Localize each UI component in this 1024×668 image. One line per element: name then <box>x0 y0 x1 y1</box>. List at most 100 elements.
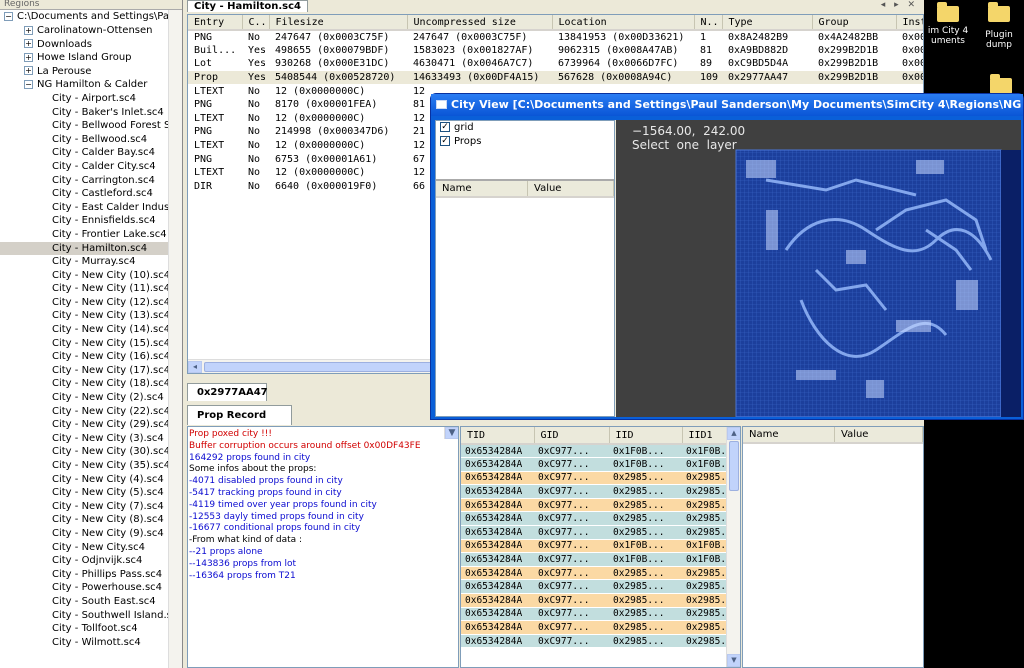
column-header[interactable]: IID1 <box>682 427 728 445</box>
table-row[interactable]: 0x6534284A 0xC977... 0x2985... 0x2985. <box>461 484 727 499</box>
tree-city-item[interactable]: City - New City (4).sc4 <box>0 473 182 487</box>
city-map-view[interactable]: −1564.00, 242.00 Select one layer <box>616 120 1021 417</box>
table-row[interactable]: PNG No 247647 (0x0003C75F) 247647 (0x0003C7… <box>188 30 923 44</box>
column-header[interactable]: GID <box>534 427 610 445</box>
tree-city-item[interactable]: City - Baker's Inlet.sc4 <box>0 106 182 120</box>
column-header[interactable]: Filesize <box>269 15 408 31</box>
table-row[interactable]: 0x6534284A 0xC977... 0x1F0B... 0x1F0B. <box>461 444 727 459</box>
desktop-icon-plugin-dump[interactable]: Plugin dump <box>972 2 1024 50</box>
table-row[interactable]: 0x6534284A 0xC977... 0x1F0B... 0x1F0B. <box>461 539 727 554</box>
scroll-up-icon[interactable]: ▲ <box>727 427 740 440</box>
table-row[interactable]: 0x6534284A 0xC977... 0x1F0B... 0x1F0B. <box>461 457 727 472</box>
tab-nav-buttons[interactable]: ◂ ▸ ✕ <box>881 0 918 10</box>
scroll-down-icon[interactable]: ▼ <box>727 654 740 667</box>
tree-city-item[interactable]: City - Hamilton.sc4 <box>0 241 182 256</box>
tree-city-item[interactable]: City - New City (8).sc4 <box>0 513 182 527</box>
checkbox-checked-icon[interactable]: ✓ <box>440 122 450 132</box>
scroll-thumb[interactable] <box>204 362 434 372</box>
table-row[interactable]: 0x6534284A 0xC977... 0x2985... 0x2985. <box>461 525 727 540</box>
tree-city-item[interactable]: City - New City (18).sc4 <box>0 377 182 391</box>
scroll-left-icon[interactable]: ◂ <box>188 361 202 373</box>
tree-root[interactable]: − C:\Documents and Settings\Pau <box>0 10 182 24</box>
tree-city-item[interactable]: City - New City (11).sc4 <box>0 282 182 296</box>
column-header[interactable]: Instan <box>896 15 923 31</box>
scroll-down-icon[interactable]: ▼ <box>445 427 458 439</box>
tree-city-item[interactable]: City - Murray.sc4 <box>0 255 182 269</box>
tree-city-item[interactable]: City - New City (3).sc4 <box>0 432 182 446</box>
tree-city-item[interactable]: City - New City (17).sc4 <box>0 364 182 378</box>
tree-city-item[interactable]: City - South East.sc4 <box>0 595 182 609</box>
table-row[interactable]: 0x6534284A 0xC977... 0x2985... 0x2985. <box>461 607 727 622</box>
tree-city-item[interactable]: City - Castleford.sc4 <box>0 187 182 201</box>
tree-city-item[interactable]: City - New City (9).sc4 <box>0 527 182 541</box>
column-header[interactable]: N.. <box>694 15 723 31</box>
desktop-icon-folder[interactable] <box>990 74 1012 94</box>
table-row[interactable]: 0x6534284A 0xC977... 0x2985... 0x2985. <box>461 566 727 581</box>
collapse-icon[interactable]: − <box>24 79 33 89</box>
tree-city-item[interactable]: City - New City (22).sc4 <box>0 405 182 419</box>
props-scrollbar[interactable]: ▲ ▼ <box>726 427 740 667</box>
tree-region-item[interactable]: − NG Hamilton & Calder <box>0 78 182 92</box>
column-header[interactable]: Entry <box>188 15 243 31</box>
tree-city-item[interactable]: City - New City (15).sc4 <box>0 337 182 351</box>
tree-city-item[interactable]: City - Phillips Pass.sc4 <box>0 568 182 582</box>
column-header[interactable]: Uncompressed size <box>407 15 553 31</box>
collapse-icon[interactable]: − <box>4 11 13 21</box>
table-row[interactable]: Lot Yes 930268 (0x000E31DC) 4630471 (0x0046… <box>188 57 923 71</box>
city-view-title[interactable]: City View [C:\Documents and Settings\Pau… <box>431 94 1023 116</box>
props-checkbox[interactable]: ✓ Props <box>436 135 614 149</box>
tree-scrollbar[interactable] <box>168 10 182 668</box>
expand-icon[interactable]: + <box>24 52 33 62</box>
tree-city-item[interactable]: City - Calder City.sc4 <box>0 160 182 174</box>
desktop-icon-simcity[interactable]: im City 4 uments <box>926 2 970 46</box>
table-row[interactable]: 0x6534284A 0xC977... 0x2985... 0x2985. <box>461 511 727 527</box>
table-row[interactable]: 0x6534284A 0xC977... 0x2985... 0x2985. <box>461 498 727 513</box>
table-row[interactable]: 0x6534284A 0xC977... 0x2985... 0x2985. <box>461 579 727 595</box>
tree-city-item[interactable]: City - Odjnvijk.sc4 <box>0 554 182 568</box>
tree-city-item[interactable]: City - Powerhouse.sc4 <box>0 581 182 595</box>
table-row[interactable]: 0x6534284A 0xC977... 0x2985... 0x2985. <box>461 634 727 649</box>
column-header[interactable]: C.. <box>242 15 270 31</box>
table-row[interactable]: 0x6534284A 0xC977... 0x2985... 0x2985. <box>461 620 727 635</box>
tree-city-item[interactable]: City - Carrington.sc4 <box>0 174 182 188</box>
table-row[interactable]: Buil... Yes 498655 (0x00079BDF) 1583023 (0x… <box>188 44 923 58</box>
scroll-thumb[interactable] <box>729 441 739 491</box>
value-column-header[interactable]: Value <box>835 427 923 442</box>
expand-icon[interactable]: + <box>24 66 33 76</box>
expand-icon[interactable]: + <box>24 39 33 49</box>
name-column-header[interactable]: Name <box>436 181 528 196</box>
tree-city-item[interactable]: City - Southwell Island.sc <box>0 609 182 623</box>
tree-city-item[interactable]: City - New City (30).sc4 <box>0 445 182 459</box>
tree-region-item[interactable]: + Downloads <box>0 38 182 52</box>
tree-region-item[interactable]: + Howe Island Group <box>0 51 182 65</box>
tree-city-item[interactable]: City - Bellwood Forest So <box>0 119 182 133</box>
expand-icon[interactable]: + <box>24 25 33 35</box>
checkbox-checked-icon[interactable]: ✓ <box>440 136 450 146</box>
tree-city-item[interactable]: City - New City (5).sc4 <box>0 486 182 500</box>
value-column-header[interactable]: Value <box>528 181 614 196</box>
tree-city-item[interactable]: City - New City (2).sc4 <box>0 391 182 405</box>
log-scrollbar[interactable]: ▲ ▼ <box>444 427 458 439</box>
tree-city-item[interactable]: City - Airport.sc4 <box>0 92 182 106</box>
tree-city-item[interactable]: City - New City (35).sc4 <box>0 459 182 473</box>
table-row[interactable]: 0x6534284A 0xC977... 0x2985... 0x2985. <box>461 593 727 608</box>
tree-city-item[interactable]: City - New City (16).sc4 <box>0 350 182 364</box>
tree-city-item[interactable]: City - Tollfoot.sc4 <box>0 622 182 636</box>
tree-region-item[interactable]: + La Perouse <box>0 65 182 79</box>
column-header[interactable]: Type <box>722 15 813 31</box>
tree-city-item[interactable]: City - New City.sc4 <box>0 541 182 555</box>
grid-checkbox[interactable]: ✓ grid <box>436 121 614 135</box>
tree-city-item[interactable]: City - New City (12).sc4 <box>0 296 182 310</box>
name-column-header[interactable]: Name <box>743 427 835 442</box>
tree-city-item[interactable]: City - East Calder Industi <box>0 201 182 215</box>
tree-city-item[interactable]: City - Ennisfields.sc4 <box>0 214 182 228</box>
tree-city-item[interactable]: City - Bellwood.sc4 <box>0 133 182 147</box>
tree-city-item[interactable]: City - New City (14).sc4 <box>0 323 182 337</box>
tree-city-item[interactable]: City - New City (7).sc4 <box>0 500 182 514</box>
tree-city-item[interactable]: City - Wilmott.sc4 <box>0 636 182 650</box>
tree-city-item[interactable]: City - Frontier Lake.sc4 <box>0 228 182 242</box>
column-header[interactable]: Location <box>552 15 695 31</box>
tree-city-item[interactable]: City - New City (13).sc4 <box>0 309 182 323</box>
table-row[interactable]: 0x6534284A 0xC977... 0x2985... 0x2985. <box>461 471 727 486</box>
tab-prop-record-view[interactable]: Prop Record View <box>187 405 292 440</box>
